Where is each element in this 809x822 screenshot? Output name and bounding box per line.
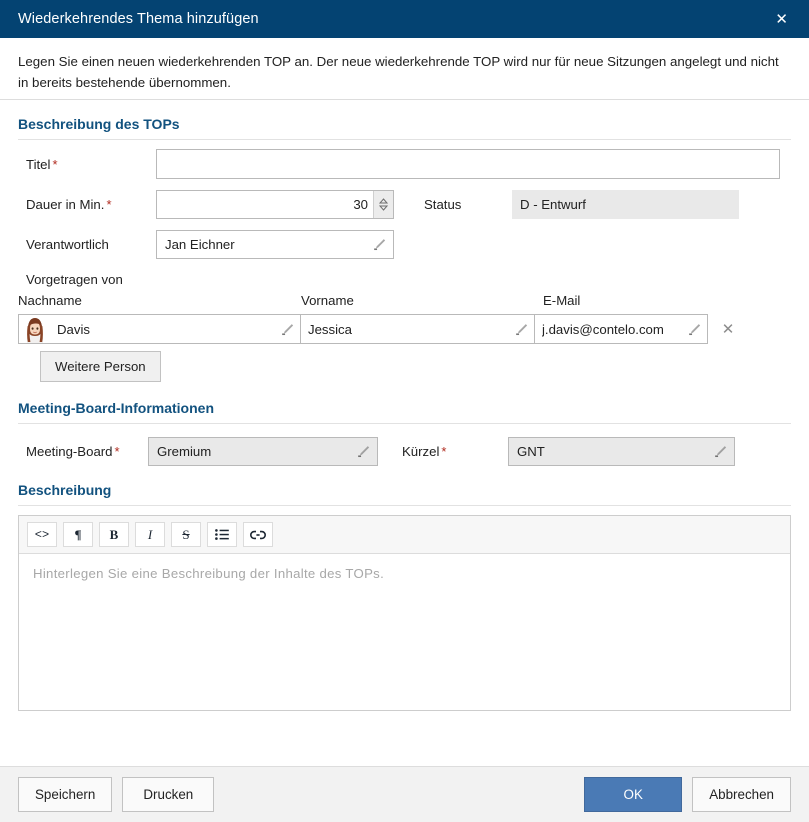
link-icon[interactable] bbox=[243, 522, 273, 548]
required-marker: * bbox=[52, 156, 58, 172]
required-marker: * bbox=[114, 443, 120, 459]
status-value-display: D - Entwurf bbox=[512, 189, 739, 219]
section-heading-description: Beschreibung bbox=[18, 474, 791, 507]
presenter-email-input[interactable]: j.davis@contelo.com bbox=[535, 314, 708, 345]
required-marker: * bbox=[106, 196, 112, 212]
paragraph-icon[interactable]: ¶ bbox=[63, 522, 93, 548]
presenter-email-value: j.davis@contelo.com bbox=[542, 321, 664, 337]
titel-input[interactable] bbox=[156, 149, 780, 180]
table-row: Davis Jessica j.davis@contelo.com ✕ bbox=[18, 312, 791, 346]
column-header-nachname: Nachname bbox=[18, 293, 82, 309]
dauer-stepper[interactable] bbox=[373, 190, 393, 218]
field-row-meeting-board: Meeting-Board * Gremium Kürzel * GNT bbox=[18, 428, 791, 474]
label-status: Status bbox=[424, 196, 462, 212]
ok-button[interactable]: OK bbox=[584, 777, 683, 812]
pencil-icon[interactable] bbox=[514, 322, 529, 337]
save-button[interactable]: Speichern bbox=[18, 777, 113, 812]
meeting-board-input[interactable]: Gremium bbox=[148, 436, 378, 466]
meeting-board-value: Gremium bbox=[157, 443, 212, 459]
add-person-wrapper: Weitere Person bbox=[18, 346, 791, 383]
presenter-vorname-value: Jessica bbox=[308, 321, 352, 337]
label-verantwortlich: Verantwortlich bbox=[26, 236, 109, 252]
label-vorgetragen-von: Vorgetragen von bbox=[26, 272, 123, 288]
strikethrough-icon[interactable]: S bbox=[171, 522, 201, 548]
verantwortlich-input[interactable]: Jan Eichner bbox=[156, 229, 394, 259]
label-titel-text: Titel bbox=[26, 156, 51, 172]
kuerzel-value: GNT bbox=[517, 443, 545, 459]
code-icon[interactable]: <> bbox=[27, 522, 57, 548]
footer-right-buttons: OK Abbrechen bbox=[584, 777, 791, 812]
dialog-title: Wiederkehrendes Thema hinzufügen bbox=[18, 11, 259, 27]
pencil-icon[interactable] bbox=[687, 322, 702, 337]
dialog-titlebar: Wiederkehrendes Thema hinzufügen ✕ bbox=[0, 0, 809, 38]
bullet-list-icon[interactable] bbox=[207, 522, 237, 548]
field-row-verantwortlich: Verantwortlich Jan Eichner bbox=[18, 224, 791, 264]
pencil-icon[interactable] bbox=[372, 237, 387, 252]
pencil-icon[interactable] bbox=[356, 444, 371, 459]
label-titel: Titel * bbox=[18, 157, 156, 172]
column-header-vorname: Vorname bbox=[301, 293, 354, 309]
close-icon[interactable]: ✕ bbox=[768, 7, 795, 32]
section-heading-top-description: Beschreibung des TOPs bbox=[18, 100, 791, 141]
pencil-icon[interactable] bbox=[713, 444, 728, 459]
section-heading-meeting-board: Meeting-Board-Informationen bbox=[18, 382, 791, 425]
label-meeting-board-text: Meeting-Board bbox=[26, 443, 113, 459]
description-placeholder[interactable]: Hinterlegen Sie eine Beschreibung der In… bbox=[19, 554, 790, 710]
italic-icon[interactable]: I bbox=[135, 522, 165, 548]
kuerzel-input[interactable]: GNT bbox=[508, 436, 735, 466]
chevron-up-icon bbox=[379, 197, 388, 204]
verantwortlich-value: Jan Eichner bbox=[165, 236, 235, 252]
editor-toolbar: <> ¶ B I S bbox=[19, 516, 790, 555]
dialog-body: Beschreibung des TOPs Titel * Dauer in Mi… bbox=[0, 100, 809, 712]
avatar bbox=[19, 315, 51, 344]
dauer-value: 30 bbox=[353, 196, 368, 212]
required-marker: * bbox=[441, 443, 447, 459]
print-button[interactable]: Drucken bbox=[122, 777, 215, 812]
field-row-dauer-status: Dauer in Min. * 30 Status D - Entwurf bbox=[18, 184, 791, 224]
status-value: D - Entwurf bbox=[520, 196, 586, 212]
presenter-vorname-input[interactable]: Jessica bbox=[301, 314, 535, 345]
field-row-titel: Titel * bbox=[18, 144, 791, 184]
pencil-icon[interactable] bbox=[280, 322, 295, 337]
presenter-column-headers: Nachname Vorname E-Mail bbox=[18, 289, 791, 312]
add-person-button[interactable]: Weitere Person bbox=[40, 351, 161, 383]
cancel-button[interactable]: Abbrechen bbox=[692, 777, 791, 812]
description-editor: <> ¶ B I S Hinterlegen Sie eine Beschrei… bbox=[18, 515, 791, 712]
column-header-email: E-Mail bbox=[543, 293, 581, 309]
label-kuerzel: Kürzel * bbox=[378, 444, 508, 459]
presenter-nachname-value: Davis bbox=[57, 321, 90, 337]
label-meeting-board: Meeting-Board * bbox=[18, 444, 148, 459]
footer-left-buttons: Speichern Drucken bbox=[18, 777, 215, 812]
dialog-description: Legen Sie einen neuen wiederkehrenden TO… bbox=[0, 38, 809, 101]
remove-person-icon[interactable]: ✕ bbox=[714, 320, 742, 338]
chevron-down-icon bbox=[379, 205, 388, 211]
label-dauer-text: Dauer in Min. bbox=[26, 196, 105, 212]
label-kuerzel-text: Kürzel bbox=[402, 443, 440, 459]
dauer-input[interactable]: 30 bbox=[156, 189, 394, 219]
label-dauer: Dauer in Min. * bbox=[18, 197, 156, 212]
dialog-footer: Speichern Drucken OK Abbrechen bbox=[0, 766, 809, 822]
presenter-nachname-input[interactable]: Davis bbox=[18, 314, 301, 345]
bold-icon[interactable]: B bbox=[99, 522, 129, 548]
